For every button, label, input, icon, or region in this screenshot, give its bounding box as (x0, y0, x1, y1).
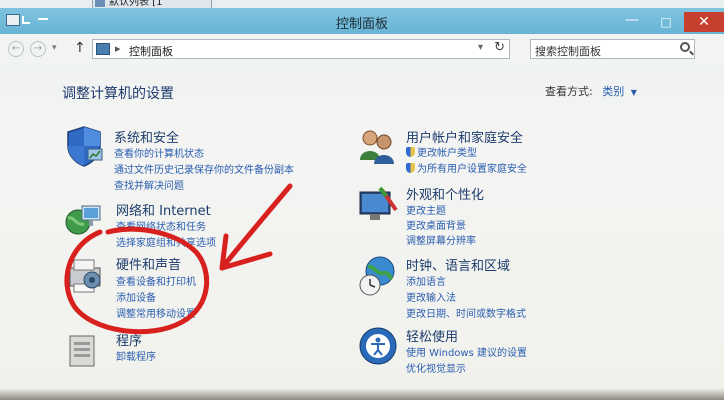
search-icon[interactable] (680, 42, 690, 52)
minimize-button[interactable]: — (618, 13, 646, 30)
link-add-device[interactable]: 添加设备 (116, 289, 156, 304)
category-title[interactable]: 硬件和声音 (116, 254, 181, 273)
address-field[interactable]: ▸ 控制面板 ▾ ↻ (92, 39, 510, 59)
uac-shield-icon (406, 147, 415, 157)
shield-icon[interactable] (62, 124, 106, 168)
list-icon (95, 0, 105, 7)
category-user-accounts: 用户帐户和家庭安全 更改帐户类型 为所有用户设置家庭安全 (356, 124, 696, 178)
category-appearance: 外观和个性化 更改主题 更改桌面背景 调整屏幕分辨率 (356, 184, 696, 248)
ease-of-access-icon[interactable] (356, 324, 400, 368)
maximize-button[interactable]: □ (652, 14, 680, 30)
printer-speaker-icon[interactable] (62, 254, 106, 298)
page-title: 调整计算机的设置 (62, 86, 174, 102)
link-change-input-method[interactable]: 更改输入法 (406, 289, 456, 304)
link-view-computer-status[interactable]: 查看你的计算机状态 (114, 145, 204, 160)
address-bar: ← → ▾ ↑ ▸ 控制面板 ▾ ↻ 搜索控制面板 (0, 34, 724, 64)
category-ease-of-access: 轻松使用 使用 Windows 建议的设置 优化视觉显示 (356, 324, 696, 375)
uac-shield-icon (406, 163, 415, 173)
link-change-theme[interactable]: 更改主题 (406, 202, 446, 217)
link-troubleshoot[interactable]: 查找并解决问题 (114, 177, 184, 192)
category-title[interactable]: 外观和个性化 (406, 184, 484, 203)
refresh-icon[interactable]: ↻ (494, 40, 505, 55)
category-title[interactable]: 网络和 Internet (116, 200, 211, 219)
close-button[interactable]: ✕ (684, 12, 724, 32)
search-input[interactable]: 搜索控制面板 (535, 43, 601, 59)
control-panel-icon (96, 43, 110, 55)
category-title[interactable]: 系统和安全 (114, 127, 179, 146)
category-title[interactable]: 时钟、语言和区域 (406, 255, 510, 274)
back-button[interactable]: ← (8, 41, 24, 57)
category-clock-language-region: 时钟、语言和区域 添加语言 更改输入法 更改日期、时间或数字格式 (356, 255, 696, 320)
breadcrumb-control-panel[interactable]: 控制面板 (129, 43, 173, 59)
link-homegroup-sharing[interactable]: 选择家庭组和共享选项 (116, 234, 216, 249)
link-network-status[interactable]: 查看网络状态和任务 (116, 218, 206, 233)
screen: 默认列表 [1 控制面板 — □ ✕ ← → ▾ ↑ ▸ 控制面板 ▾ ↻ 搜索… (0, 0, 724, 400)
category-title[interactable]: 轻松使用 (406, 326, 458, 345)
link-date-time-format[interactable]: 更改日期、时间或数字格式 (406, 305, 526, 320)
screen-bezel-edge (0, 388, 724, 400)
address-dropdown-chevron-icon[interactable]: ▾ (478, 42, 483, 53)
window-title: 控制面板 (335, 17, 388, 32)
breadcrumb-separator[interactable]: ▸ (115, 42, 121, 55)
search-box[interactable]: 搜索控制面板 (530, 39, 695, 59)
category-title[interactable]: 程序 (116, 330, 142, 349)
programs-icon[interactable] (62, 330, 106, 374)
link-optimize-visual-display[interactable]: 优化视觉显示 (406, 360, 466, 375)
link-file-history-backup[interactable]: 通过文件历史记录保存你的文件备份副本 (114, 161, 294, 176)
forward-button[interactable]: → (30, 41, 46, 57)
view-by-dropdown[interactable]: 类别 (602, 85, 624, 98)
category-hardware-sound: 硬件和声音 查看设备和打印机 添加设备 调整常用移动设置 (62, 254, 322, 320)
link-windows-recommended-settings[interactable]: 使用 Windows 建议的设置 (406, 344, 527, 359)
link-screen-resolution[interactable]: 调整屏幕分辨率 (406, 232, 476, 247)
chevron-down-icon[interactable]: ▼ (631, 88, 637, 97)
clock-globe-icon[interactable] (356, 255, 400, 299)
link-devices-printers[interactable]: 查看设备和打印机 (116, 273, 196, 288)
category-system-security: 系统和安全 查看你的计算机状态 通过文件历史记录保存你的文件备份副本 查找并解决… (62, 124, 322, 194)
link-uninstall-program[interactable]: 卸载程序 (116, 348, 156, 363)
link-mobility-settings[interactable]: 调整常用移动设置 (116, 305, 196, 320)
title-bar: 控制面板 — □ ✕ (0, 8, 724, 34)
category-programs: 程序 卸载程序 (62, 330, 322, 370)
view-by-label: 查看方式: (545, 85, 593, 98)
link-change-account-type[interactable]: 更改帐户类型 (406, 144, 477, 159)
up-arrow-button[interactable]: ↑ (74, 40, 86, 56)
network-globe-icon[interactable] (62, 198, 106, 242)
recent-locations-chevron-icon[interactable]: ▾ (52, 43, 57, 53)
category-network-internet: 网络和 Internet 查看网络状态和任务 选择家庭组和共享选项 (62, 198, 322, 250)
users-icon[interactable] (356, 124, 400, 168)
view-by: 查看方式: 类别 ▼ (545, 83, 637, 99)
link-desktop-background[interactable]: 更改桌面背景 (406, 217, 466, 232)
link-add-language[interactable]: 添加语言 (406, 273, 446, 288)
link-family-safety[interactable]: 为所有用户设置家庭安全 (406, 160, 527, 175)
monitor-brush-icon[interactable] (356, 184, 400, 228)
taskbar-tab-label: 默认列表 [1 (109, 0, 163, 8)
